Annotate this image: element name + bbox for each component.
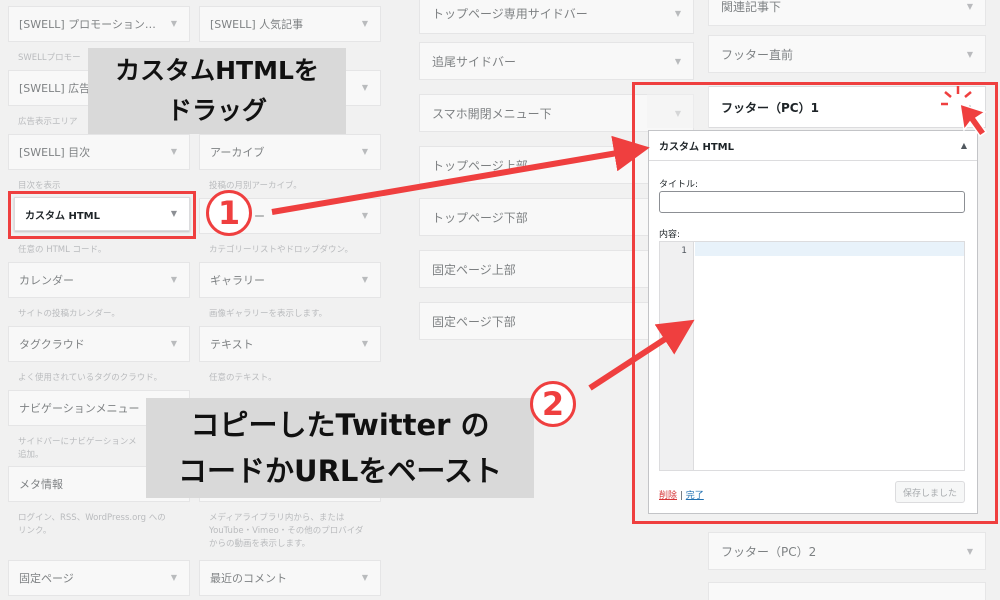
arrow-drag: [271, 135, 650, 215]
click-cursor-icon: [941, 86, 988, 138]
annotation-arrows: [271, 86, 988, 391]
arrow-paste: [588, 319, 695, 391]
